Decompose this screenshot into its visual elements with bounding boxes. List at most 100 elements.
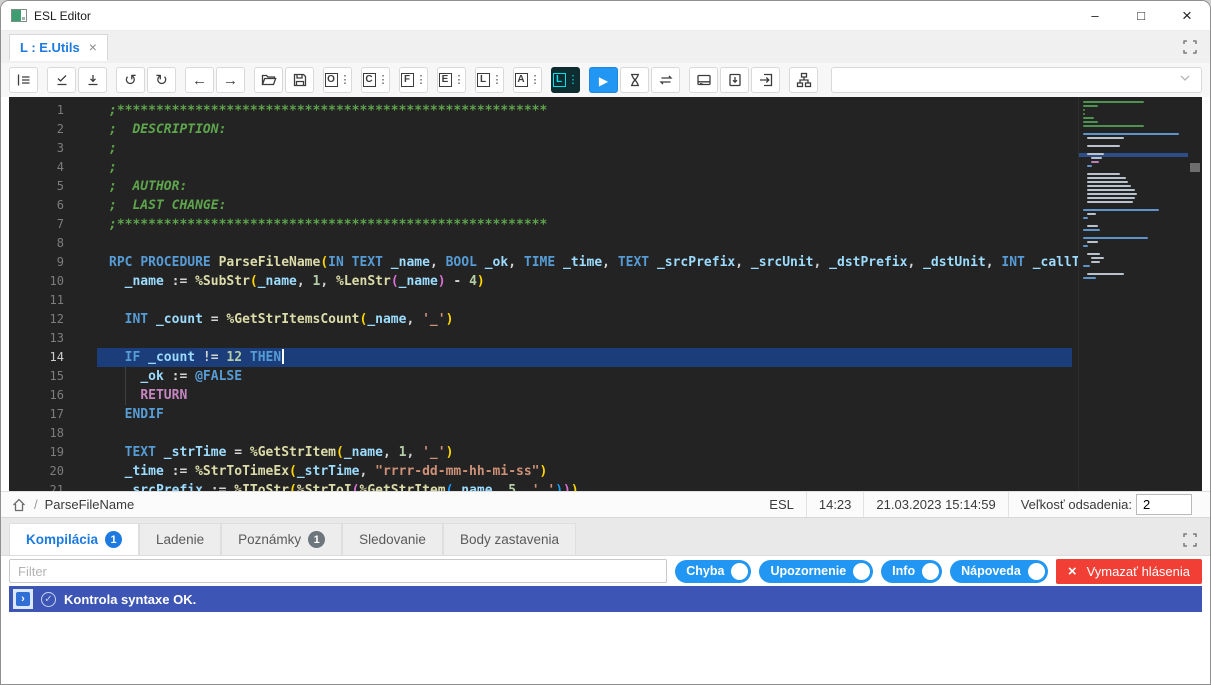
aliases-box-button[interactable]: A⋮ xyxy=(513,67,542,93)
toggle-upozornenie[interactable]: Upozornenie xyxy=(759,560,873,583)
code-line[interactable]: 3; xyxy=(9,139,1202,158)
locals-box-button[interactable]: L⋮ xyxy=(475,67,504,93)
code-line[interactable]: 15 _ok := @FALSE xyxy=(9,367,1202,386)
code-line-content[interactable]: ; xyxy=(97,139,1072,158)
line-number[interactable]: 6 xyxy=(9,196,97,215)
code-line-content[interactable] xyxy=(97,234,1072,253)
import-block-button[interactable] xyxy=(720,67,749,93)
toggle-n-poveda[interactable]: Nápoveda xyxy=(950,560,1048,583)
undo-button[interactable]: ↺ xyxy=(116,67,145,93)
toggle-info[interactable]: Info xyxy=(881,560,942,583)
navigate-forward-button[interactable]: → xyxy=(216,67,245,93)
run-button[interactable]: ▶ xyxy=(589,67,618,93)
line-number[interactable]: 1 xyxy=(9,101,97,120)
code-line-content[interactable]: ENDIF xyxy=(97,405,1072,424)
code-line[interactable]: 19 TEXT _strTime = %GetStrItem(_name, 1,… xyxy=(9,443,1202,462)
call-tree-button[interactable] xyxy=(789,67,818,93)
code-line[interactable]: 16 RETURN xyxy=(9,386,1202,405)
panel-tab-kompil-cia[interactable]: Kompilácia1 xyxy=(9,523,139,555)
panel-tab-body-zastavenia[interactable]: Body zastavenia xyxy=(443,523,576,555)
loop-button[interactable] xyxy=(651,67,680,93)
code-line[interactable]: 9RPC PROCEDURE ParseFileName(IN TEXT _na… xyxy=(9,253,1202,272)
line-number[interactable]: 11 xyxy=(9,291,97,310)
code-line[interactable]: 12 INT _count = %GetStrItemsCount(_name,… xyxy=(9,310,1202,329)
code-line[interactable]: 1;**************************************… xyxy=(9,101,1202,120)
code-line[interactable]: 4; xyxy=(9,158,1202,177)
insert-to-line-button[interactable] xyxy=(78,67,107,93)
format-indent-button[interactable] xyxy=(9,67,38,93)
code-line-content[interactable]: RPC PROCEDURE ParseFileName(IN TEXT _nam… xyxy=(97,253,1111,272)
minimize-button[interactable]: – xyxy=(1072,1,1118,30)
line-number[interactable]: 18 xyxy=(9,424,97,443)
code-editor[interactable]: 1;**************************************… xyxy=(9,97,1202,491)
code-line-content[interactable]: _name := %SubStr(_name, 1, %LenStr(_name… xyxy=(97,272,1072,291)
line-number[interactable]: 4 xyxy=(9,158,97,177)
functions-box-button[interactable]: F⋮ xyxy=(399,67,428,93)
line-number[interactable]: 17 xyxy=(9,405,97,424)
code-line-content[interactable]: ; xyxy=(97,158,1072,177)
code-line-content[interactable] xyxy=(97,291,1072,310)
code-line[interactable]: 18 xyxy=(9,424,1202,443)
navigate-back-button[interactable]: ← xyxy=(185,67,214,93)
code-line[interactable]: 20 _time := %StrToTimeEx(_strTime, "rrrr… xyxy=(9,462,1202,481)
line-number[interactable]: 7 xyxy=(9,215,97,234)
close-button[interactable]: × xyxy=(1164,1,1210,30)
code-line-content[interactable]: IF _count != 12 THEN xyxy=(97,348,1072,367)
expand-panel-icon[interactable] xyxy=(1182,532,1198,548)
objects-box-button[interactable]: O⋮ xyxy=(323,67,352,93)
show-panel-button[interactable] xyxy=(689,67,718,93)
code-line-content[interactable]: RETURN xyxy=(97,386,1072,405)
code-line-content[interactable]: ;***************************************… xyxy=(97,215,1072,234)
code-line[interactable]: 7;**************************************… xyxy=(9,215,1202,234)
line-number[interactable]: 20 xyxy=(9,462,97,481)
line-number[interactable]: 5 xyxy=(9,177,97,196)
line-number[interactable]: 16 xyxy=(9,386,97,405)
line-number[interactable]: 8 xyxy=(9,234,97,253)
line-number[interactable]: 3 xyxy=(9,139,97,158)
code-line[interactable]: 2; DESCRIPTION: xyxy=(9,120,1202,139)
events-box-button[interactable]: E⋮ xyxy=(437,67,466,93)
code-line-content[interactable]: ;***************************************… xyxy=(97,101,1072,120)
panel-tab-sledovanie[interactable]: Sledovanie xyxy=(342,523,443,555)
code-line-content[interactable]: ; DESCRIPTION: xyxy=(97,120,1072,139)
code-line-content[interactable]: _ok := @FALSE xyxy=(97,367,1072,386)
syntax-check-button[interactable] xyxy=(47,67,76,93)
line-number[interactable]: 21 xyxy=(9,481,97,491)
code-line[interactable]: 10 _name := %SubStr(_name, 1, %LenStr(_n… xyxy=(9,272,1202,291)
scrollbar-thumb[interactable] xyxy=(1190,163,1200,172)
export-block-button[interactable] xyxy=(751,67,780,93)
code-line-content[interactable]: INT _count = %GetStrItemsCount(_name, '_… xyxy=(97,310,1072,329)
code-line-content[interactable]: ; AUTHOR: xyxy=(97,177,1072,196)
code-line-content[interactable] xyxy=(97,424,1072,443)
code-line-content[interactable]: _time := %StrToTimeEx(_strTime, "rrrr-dd… xyxy=(97,462,1072,481)
compiler-message-row[interactable]: › ✓ Kontrola syntaxe OK. xyxy=(9,586,1202,612)
save-file-button[interactable] xyxy=(285,67,314,93)
open-file-button[interactable] xyxy=(254,67,283,93)
clear-messages-button[interactable]: × Vymazať hlásenia xyxy=(1056,559,1202,584)
constants-box-button[interactable]: C⋮ xyxy=(361,67,390,93)
line-number[interactable]: 14 xyxy=(9,348,97,367)
code-line[interactable]: 13 xyxy=(9,329,1202,348)
breadcrumb-procedure[interactable]: ParseFileName xyxy=(45,497,135,512)
line-number[interactable]: 19 xyxy=(9,443,97,462)
code-line-content[interactable]: TEXT _strTime = %GetStrItem(_name, 1, '_… xyxy=(97,443,1072,462)
toggle-chyba[interactable]: Chyba xyxy=(675,560,751,583)
indent-size-input[interactable] xyxy=(1136,494,1192,515)
tab-close-icon[interactable]: × xyxy=(89,40,97,54)
expand-editor-icon[interactable] xyxy=(1182,39,1198,55)
filter-input[interactable] xyxy=(9,559,667,583)
code-line[interactable]: 21 _srcPrefix := %IToStr(%StrToI(%GetStr… xyxy=(9,481,1202,491)
maximize-button[interactable]: □ xyxy=(1118,1,1164,30)
panel-tab-pozn-mky[interactable]: Poznámky1 xyxy=(221,523,342,555)
code-line[interactable]: 17 ENDIF xyxy=(9,405,1202,424)
redo-button[interactable]: ↻ xyxy=(147,67,176,93)
line-number[interactable]: 13 xyxy=(9,329,97,348)
code-line-content[interactable] xyxy=(97,329,1072,348)
panel-tab-ladenie[interactable]: Ladenie xyxy=(139,523,221,555)
editor-scrollbar[interactable] xyxy=(1188,97,1202,491)
line-number[interactable]: 9 xyxy=(9,253,97,272)
locals-highlight-box-button[interactable]: L⋮ xyxy=(551,67,580,93)
code-line[interactable]: 8 xyxy=(9,234,1202,253)
code-line[interactable]: 5; AUTHOR: xyxy=(9,177,1202,196)
line-number[interactable]: 12 xyxy=(9,310,97,329)
